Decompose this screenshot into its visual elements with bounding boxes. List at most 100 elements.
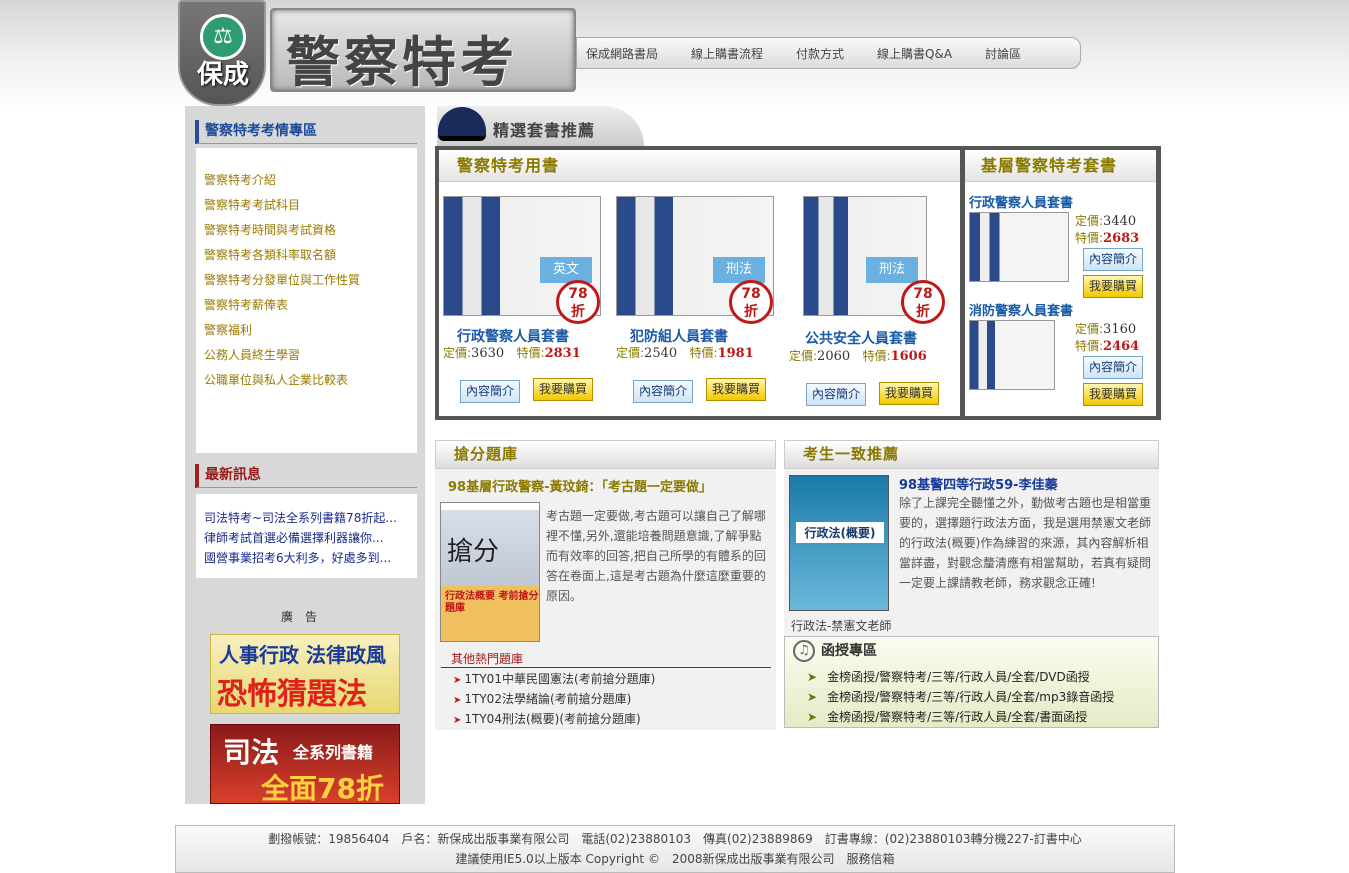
exam-info-link[interactable]: 警察特考考試科目 bbox=[204, 197, 417, 213]
book-cover-label: 英文 bbox=[540, 257, 592, 283]
book-name[interactable]: 犯防組人員套書 bbox=[630, 326, 728, 346]
ad2-line3: 全面78折 bbox=[261, 772, 384, 804]
discount-suffix: 折 bbox=[571, 304, 585, 320]
book-name[interactable]: 公共安全人員套書 bbox=[805, 328, 917, 348]
ad-banner-guessing[interactable]: 人事行政 法律政風 恐怖猜題法 bbox=[210, 634, 400, 714]
recommend-title: 考生一致推薦 bbox=[784, 440, 1159, 469]
correspondence-link[interactable]: 金榜函授/警察特考/三等/行政人員/全套/mp3錄音函授 bbox=[807, 688, 1114, 705]
recommend-panel: 考生一致推薦 行政法(概要) 98基警四等行政59-李佳蓁 除了上課完全聽懂之外… bbox=[784, 440, 1159, 636]
police-books-title: 警察特考用書 bbox=[439, 150, 960, 182]
book-card: 英文 78 折 行政警察人員套書 定價:3630 特價:2831 內容簡介 我要購… bbox=[443, 196, 608, 406]
quiz-title: 搶分題庫 bbox=[435, 440, 776, 469]
hot-quiz-link[interactable]: 1TY02法學緒論(考前搶分題庫) bbox=[453, 690, 631, 707]
exam-info-link[interactable]: 警察特考各類科率取名額 bbox=[204, 247, 417, 263]
book-cover-label: 刑法 bbox=[866, 257, 918, 283]
nav-bookstore[interactable]: 保成網路書局 bbox=[586, 45, 658, 62]
list-price: 3160 bbox=[1103, 322, 1137, 337]
set-special-price: 特價:2683 bbox=[1075, 229, 1139, 246]
exam-info-link[interactable]: 警察福利 bbox=[204, 322, 417, 338]
discount-badge: 78 折 bbox=[556, 280, 600, 324]
special-price: 2683 bbox=[1103, 231, 1140, 246]
correspondence-title: 函授專區 bbox=[821, 643, 877, 659]
exam-info-link[interactable]: 公務人員終生學習 bbox=[204, 347, 417, 363]
basic-police-panel: 基層警察特考套書 行政警察人員套書 定價:3440 特價:2683 內容簡介 我… bbox=[965, 150, 1156, 416]
list-price-label: 定價: bbox=[616, 346, 645, 360]
news-link[interactable]: 司法特考~司法全系列書籍78折起... bbox=[204, 508, 417, 528]
book-price: 定價:3630 特價:2831 bbox=[443, 344, 581, 361]
book-name[interactable]: 行政警察人員套書 bbox=[457, 326, 569, 346]
buy-button[interactable]: 我要購買 bbox=[1083, 275, 1143, 298]
set-special-price: 特價:2464 bbox=[1075, 337, 1139, 354]
set-cover[interactable] bbox=[969, 212, 1069, 282]
list-price: 2060 bbox=[817, 349, 851, 364]
news-link[interactable]: 國營事業招考6大利多，好處多到... bbox=[204, 548, 417, 568]
special-price-label: 特價: bbox=[1075, 231, 1104, 245]
footer-line2: 建議使用IE5.0以上版本 Copyright © 2008新保成出版事業有限公… bbox=[455, 852, 895, 866]
buy-button[interactable]: 我要購買 bbox=[533, 378, 593, 401]
nav-faq[interactable]: 線上購書Q&A bbox=[877, 45, 952, 62]
info-button[interactable]: 內容簡介 bbox=[633, 380, 693, 403]
nav-order-flow[interactable]: 線上購書流程 bbox=[691, 45, 763, 62]
info-button[interactable]: 內容簡介 bbox=[460, 380, 520, 403]
ad2-line2: 全系列書籍 bbox=[293, 743, 374, 762]
correspondence-link[interactable]: 金榜函授/警察特考/三等/行政人員/全套/DVD函授 bbox=[807, 668, 1090, 685]
set-name[interactable]: 消防警察人員套書 bbox=[969, 300, 1073, 319]
list-price-label: 定價: bbox=[1075, 214, 1104, 228]
book-card: 刑法 78 折 公共安全人員套書 定價:2060 特價:1606 內容簡介 我要購… bbox=[789, 196, 954, 406]
basic-police-title: 基層警察特考套書 bbox=[965, 150, 1156, 182]
recommend-caption: 行政法-禁憲文老師 bbox=[791, 619, 892, 633]
quiz-cover-title: 搶分 bbox=[447, 537, 500, 567]
top-nav: 保成網路書局 線上購書流程 付款方式 線上購書Q&A 討論區 bbox=[576, 37, 1081, 69]
exam-info-link[interactable]: 公職單位與私人企業比較表 bbox=[204, 372, 417, 388]
hot-quiz-link[interactable]: 1TY01中華民國憲法(考前搶分題庫) bbox=[453, 670, 655, 687]
site-logo[interactable]: ⚖ 保成 bbox=[178, 0, 266, 106]
quiz-panel: 搶分題庫 98基層行政警察-黃玟錡：「考古題一定要做」 搶分 行政法概要 考前搶… bbox=[435, 440, 776, 730]
quiz-book-cover[interactable]: 搶分 行政法概要 考前搶分題庫 bbox=[440, 502, 540, 642]
ad1-line1: 人事行政 法律政風 bbox=[219, 643, 386, 667]
footer-line1: 劃撥帳號：19856404 戶名：新保成出版事業有限公司 電話(02)23880… bbox=[268, 832, 1082, 846]
list-price-label: 定價: bbox=[789, 349, 818, 363]
special-price: 1981 bbox=[717, 346, 754, 361]
discount-suffix: 折 bbox=[916, 304, 930, 320]
news-box: 司法特考~司法全系列書籍78折起... 律師考試首選必備選擇利器讓你... 國營… bbox=[196, 494, 417, 578]
exam-info-title: 警察特考考情專區 bbox=[195, 120, 417, 144]
book-cover-label: 刑法 bbox=[713, 257, 765, 283]
recommend-cover-title: 行政法(概要) bbox=[796, 522, 884, 543]
banner-title: 警察特考 bbox=[286, 30, 518, 94]
buy-button[interactable]: 我要購買 bbox=[1083, 383, 1143, 406]
ad2-line1: 司法 bbox=[223, 736, 280, 769]
hot-quiz-link[interactable]: 1TY04刑法(概要)(考前搶分題庫) bbox=[453, 710, 640, 727]
quiz-cover-sub: 行政法概要 考前搶分題庫 bbox=[445, 591, 539, 614]
set-cover[interactable] bbox=[969, 320, 1055, 390]
buy-button[interactable]: 我要購買 bbox=[706, 378, 766, 401]
info-button[interactable]: 內容簡介 bbox=[1083, 248, 1143, 271]
recommend-book-cover[interactable]: 行政法(概要) bbox=[789, 475, 889, 611]
exam-info-link[interactable]: 警察特考分發單位與工作性質 bbox=[204, 272, 417, 288]
header-banner: 警察特考 bbox=[270, 8, 576, 94]
set-list-price: 定價:3440 bbox=[1075, 212, 1136, 229]
set-list-price: 定價:3160 bbox=[1075, 320, 1136, 337]
set-name[interactable]: 行政警察人員套書 bbox=[969, 192, 1073, 211]
recommend-name[interactable]: 98基警四等行政59-李佳蓁 bbox=[899, 474, 1058, 493]
logo-text: 保成 bbox=[196, 60, 249, 90]
info-button[interactable]: 內容簡介 bbox=[806, 383, 866, 406]
ad1-line2: 恐怖猜題法 bbox=[217, 677, 367, 712]
exam-info-link[interactable]: 警察特考薪俸表 bbox=[204, 297, 417, 313]
discount-badge: 78 折 bbox=[901, 280, 945, 324]
featured-title: 精選套書推薦 bbox=[493, 121, 596, 140]
discount-badge: 78 折 bbox=[729, 280, 773, 324]
featured-box: 警察特考用書 英文 78 折 行政警察人員套書 定價:3630 特價:2831 內… bbox=[435, 146, 1161, 420]
buy-button[interactable]: 我要購買 bbox=[879, 382, 939, 405]
exam-info-box: 警察特考介紹 警察特考考試科目 警察特考時間與考試資格 警察特考各類科率取名額 … bbox=[196, 148, 417, 453]
list-price: 3440 bbox=[1103, 214, 1137, 229]
hot-quiz-title: 其他熱門題庫 bbox=[441, 650, 771, 668]
correspondence-link[interactable]: 金榜函授/警察特考/三等/行政人員/全套/書面函授 bbox=[807, 708, 1087, 725]
exam-info-link[interactable]: 警察特考時間與考試資格 bbox=[204, 222, 417, 238]
quiz-headline[interactable]: 98基層行政警察-黃玟錡：「考古題一定要做」 bbox=[448, 476, 712, 495]
nav-payment[interactable]: 付款方式 bbox=[796, 45, 844, 62]
nav-forum[interactable]: 討論區 bbox=[985, 45, 1021, 62]
ad-banner-judicial[interactable]: 司法 全系列書籍 全面78折 bbox=[210, 724, 400, 804]
info-button[interactable]: 內容簡介 bbox=[1083, 356, 1143, 379]
news-link[interactable]: 律師考試首選必備選擇利器讓你... bbox=[204, 528, 417, 548]
exam-info-link[interactable]: 警察特考介紹 bbox=[204, 172, 417, 188]
